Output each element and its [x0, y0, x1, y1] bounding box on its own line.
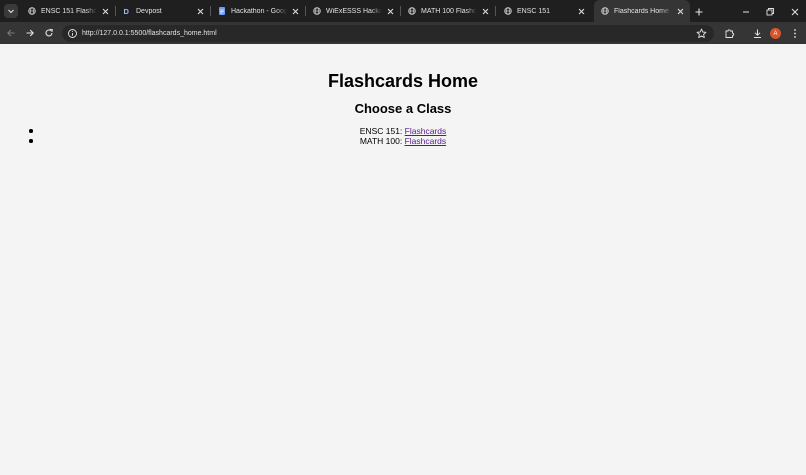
- math-100-flashcards-link[interactable]: Flashcards: [405, 136, 447, 146]
- site-info-icon[interactable]: [67, 28, 78, 39]
- browser-toolbar: http://127.0.0.1:5500/flashcards_home.ht…: [0, 22, 806, 44]
- reload-button[interactable]: [43, 27, 55, 39]
- tab-devpost[interactable]: D Devpost: [116, 0, 210, 22]
- url-text[interactable]: http://127.0.0.1:5500/flashcards_home.ht…: [82, 28, 217, 39]
- close-icon[interactable]: [481, 7, 489, 15]
- tab-wiexesss-hackathon[interactable]: WiExESSS Hackathon: [306, 0, 400, 22]
- close-window-button[interactable]: [790, 5, 800, 17]
- forward-button[interactable]: [24, 27, 36, 39]
- close-icon[interactable]: [101, 7, 109, 15]
- tab-title: MATH 100 Flashcards: [421, 7, 477, 15]
- profile-initial: A: [773, 30, 778, 37]
- close-icon[interactable]: [291, 7, 299, 15]
- list-item: MATH 100: Flashcards: [0, 136, 806, 146]
- restore-icon: [766, 8, 774, 16]
- arrow-left-icon: [7, 29, 15, 37]
- close-icon: [791, 8, 799, 16]
- close-icon[interactable]: [676, 7, 684, 15]
- tab-math-100-flashcards[interactable]: MATH 100 Flashcards: [401, 0, 495, 22]
- bookmark-star-icon[interactable]: [696, 28, 707, 39]
- close-icon[interactable]: [196, 7, 204, 15]
- restore-button[interactable]: [765, 5, 775, 17]
- globe-icon: [504, 7, 512, 15]
- minimize-button[interactable]: [741, 5, 751, 17]
- globe-icon: [601, 7, 609, 15]
- list-bullet: [29, 129, 33, 133]
- back-button[interactable]: [5, 27, 17, 39]
- tab-ensc-151[interactable]: ENSC 151: [497, 0, 591, 22]
- arrow-right-icon: [26, 29, 34, 37]
- profile-avatar[interactable]: A: [770, 28, 781, 39]
- puzzle-icon: [725, 28, 734, 38]
- downloads-button[interactable]: [751, 27, 763, 39]
- extensions-button[interactable]: [723, 27, 735, 39]
- minimize-icon: [743, 11, 749, 13]
- class-list: ENSC 151: Flashcards MATH 100: Flashcard…: [0, 126, 806, 146]
- tab-strip: ENSC 151 Flashcards D Devpost Hackathon …: [0, 0, 806, 22]
- address-bar[interactable]: http://127.0.0.1:5500/flashcards_home.ht…: [62, 25, 714, 42]
- close-icon[interactable]: [386, 7, 394, 15]
- chevron-down-icon: [8, 9, 14, 14]
- tab-title: ENSC 151: [517, 7, 551, 15]
- tab-title: Devpost: [136, 7, 162, 15]
- tab-ensc-151-flashcards[interactable]: ENSC 151 Flashcards: [21, 0, 115, 22]
- page-title: Flashcards Home: [327, 71, 479, 91]
- globe-icon: [408, 7, 416, 15]
- list-item: ENSC 151: Flashcards: [0, 126, 806, 136]
- download-icon: [753, 29, 761, 38]
- class-name: MATH 100:: [359, 136, 405, 146]
- reload-icon: [45, 28, 53, 37]
- tab-flashcards-home[interactable]: Flashcards Home: [594, 0, 690, 22]
- page-subtitle: Choose a Class: [354, 101, 452, 116]
- ensc-151-flashcards-link[interactable]: Flashcards: [405, 126, 447, 136]
- plus-icon: [695, 8, 703, 16]
- tab-title: ENSC 151 Flashcards: [41, 7, 97, 15]
- tab-title: Flashcards Home: [614, 7, 669, 15]
- tab-title: WiExESSS Hackathon: [326, 7, 382, 15]
- class-name: ENSC 151:: [359, 126, 405, 136]
- devpost-icon: D: [123, 7, 131, 15]
- docs-icon: [218, 7, 226, 15]
- tab-hackathon-google-docs[interactable]: Hackathon - Google Docs: [211, 0, 305, 22]
- browser-menu-button[interactable]: [789, 27, 801, 39]
- close-icon[interactable]: [577, 7, 585, 15]
- page-content: Flashcards Home Choose a Class ENSC 151:…: [0, 44, 806, 475]
- svg-text:D: D: [124, 7, 130, 15]
- tab-title: Hackathon - Google Docs: [231, 7, 287, 15]
- tab-search-button[interactable]: [4, 4, 18, 18]
- tab-divider: [495, 6, 496, 16]
- globe-icon: [28, 7, 36, 15]
- globe-icon: [313, 7, 321, 15]
- more-vertical-icon: [794, 28, 796, 38]
- new-tab-button[interactable]: [694, 5, 704, 17]
- list-bullet: [29, 139, 33, 143]
